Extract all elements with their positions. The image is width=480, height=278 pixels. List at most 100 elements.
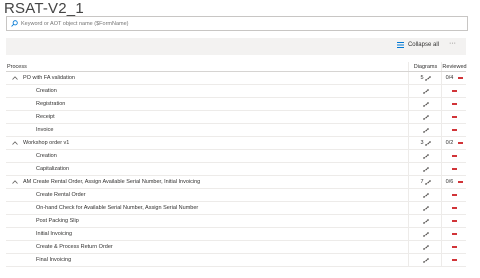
table-row[interactable]: Initial Invoicing xyxy=(6,228,466,241)
table-row[interactable]: Final Invoicing xyxy=(6,254,466,267)
process-label: Workshop order v1 xyxy=(23,140,70,146)
minus-icon xyxy=(452,90,457,92)
reviewed-cell xyxy=(441,254,467,266)
process-label: Create & Process Return Order xyxy=(36,244,113,250)
table-row[interactable]: Receipt xyxy=(6,111,466,124)
diagrams-cell: 5 xyxy=(408,72,442,84)
table-header: Process Diagrams Reviewed xyxy=(6,62,467,72)
diagram-count[interactable] xyxy=(422,166,429,172)
diagram-count[interactable] xyxy=(422,231,429,237)
diagram-count[interactable]: 3 xyxy=(420,140,431,146)
diagram-count-value: 5 xyxy=(420,75,424,81)
diagram-icon[interactable] xyxy=(423,231,429,237)
diagram-icon[interactable] xyxy=(423,127,429,133)
table-row[interactable]: Creation xyxy=(6,85,466,98)
table-row[interactable]: Invoice xyxy=(6,124,466,137)
process-cell: Creation xyxy=(6,150,438,162)
diagrams-cell xyxy=(408,189,442,201)
diagram-icon[interactable] xyxy=(423,101,429,107)
diagram-count[interactable] xyxy=(422,192,429,198)
diagram-icon[interactable] xyxy=(423,153,429,159)
process-cell: Receipt xyxy=(6,111,438,123)
diagram-count[interactable] xyxy=(422,205,429,211)
diagram-icon[interactable] xyxy=(423,257,429,263)
process-cell: Creation xyxy=(6,85,438,97)
group-row[interactable]: PO with FA validation 5 0/4 xyxy=(6,72,466,85)
process-cell: Create & Process Return Order xyxy=(6,241,438,253)
process-label: Final Invoicing xyxy=(36,257,72,263)
diagram-icon[interactable] xyxy=(423,192,429,198)
chevron-up-icon[interactable] xyxy=(12,141,18,145)
diagrams-cell: 7 xyxy=(408,176,442,188)
reviewed-cell xyxy=(441,228,467,240)
diagram-count[interactable] xyxy=(422,127,429,133)
minus-icon xyxy=(452,129,457,131)
minus-icon xyxy=(458,181,464,183)
table-row[interactable]: Capitalization xyxy=(6,163,466,176)
process-cell: Registration xyxy=(6,98,438,110)
diagram-icon[interactable] xyxy=(423,218,429,224)
collapse-all-label: Collapse all xyxy=(407,42,439,48)
process-cell: Create Rental Order xyxy=(6,189,438,201)
diagrams-cell xyxy=(408,111,442,123)
table-row[interactable]: Registration xyxy=(6,98,466,111)
table-row[interactable]: Creation xyxy=(6,150,466,163)
table-row[interactable]: On-hand Check for Available Serial Numbe… xyxy=(6,202,466,215)
diagram-count-value: 7 xyxy=(420,179,424,185)
search-box[interactable] xyxy=(6,16,468,31)
diagram-icon[interactable] xyxy=(424,179,431,185)
diagrams-cell xyxy=(408,202,442,214)
diagram-icon[interactable] xyxy=(424,140,431,146)
process-cell: Initial Invoicing xyxy=(6,228,438,240)
diagram-count[interactable]: 7 xyxy=(420,179,431,185)
process-label: AM Create Rental Order, Assign Available… xyxy=(23,179,201,185)
reviewed-cell xyxy=(441,189,467,201)
search-input[interactable] xyxy=(21,20,441,27)
diagram-count[interactable] xyxy=(422,244,429,250)
diagrams-cell xyxy=(408,124,442,136)
chevron-up-icon[interactable] xyxy=(12,180,18,184)
table-body: PO with FA validation 5 0/4 Creation Registr… xyxy=(6,72,466,267)
search-icon xyxy=(11,20,18,27)
diagram-count[interactable] xyxy=(422,257,429,263)
process-table: Process Diagrams Reviewed PO with FA val… xyxy=(6,62,467,267)
process-cell: Workshop order v1 xyxy=(6,137,414,149)
reviewed-cell xyxy=(441,163,467,175)
diagrams-cell xyxy=(408,150,442,162)
collapse-all-icon xyxy=(396,42,404,48)
diagrams-cell xyxy=(408,254,442,266)
diagram-icon[interactable] xyxy=(424,75,431,81)
process-label: Creation xyxy=(36,153,57,159)
diagrams-cell: 3 xyxy=(408,137,442,149)
collapse-all-button[interactable]: Collapse all xyxy=(396,42,439,48)
table-row[interactable]: Create & Process Return Order xyxy=(6,241,466,254)
diagrams-cell xyxy=(408,163,442,175)
diagram-count[interactable] xyxy=(422,114,429,120)
diagram-icon[interactable] xyxy=(423,88,429,94)
diagram-icon[interactable] xyxy=(423,114,429,120)
toolbar: Collapse all ··· xyxy=(6,38,466,55)
reviewed-cell xyxy=(441,150,467,162)
diagram-icon[interactable] xyxy=(423,166,429,172)
diagrams-cell xyxy=(408,85,442,97)
chevron-up-icon[interactable] xyxy=(12,76,18,80)
diagram-icon[interactable] xyxy=(423,205,429,211)
diagram-count[interactable] xyxy=(422,218,429,224)
diagrams-cell xyxy=(408,228,442,240)
group-row[interactable]: AM Create Rental Order, Assign Available… xyxy=(6,176,466,189)
diagram-icon[interactable] xyxy=(423,244,429,250)
table-row[interactable]: Create Rental Order xyxy=(6,189,466,202)
reviewed-column-header[interactable]: Reviewed xyxy=(441,62,467,71)
process-label: Create Rental Order xyxy=(36,192,86,198)
diagrams-column-header[interactable]: Diagrams xyxy=(408,62,442,71)
group-row[interactable]: Workshop order v1 3 0/2 xyxy=(6,137,466,150)
diagrams-cell xyxy=(408,215,442,227)
table-row[interactable]: Post Packing Slip xyxy=(6,215,466,228)
more-options-button[interactable]: ··· xyxy=(449,40,456,47)
diagram-count[interactable] xyxy=(422,101,429,107)
process-column-header[interactable]: Process xyxy=(6,62,409,71)
diagram-count[interactable]: 5 xyxy=(420,75,431,81)
diagram-count[interactable] xyxy=(422,88,429,94)
diagrams-cell xyxy=(408,98,442,110)
diagram-count[interactable] xyxy=(422,153,429,159)
